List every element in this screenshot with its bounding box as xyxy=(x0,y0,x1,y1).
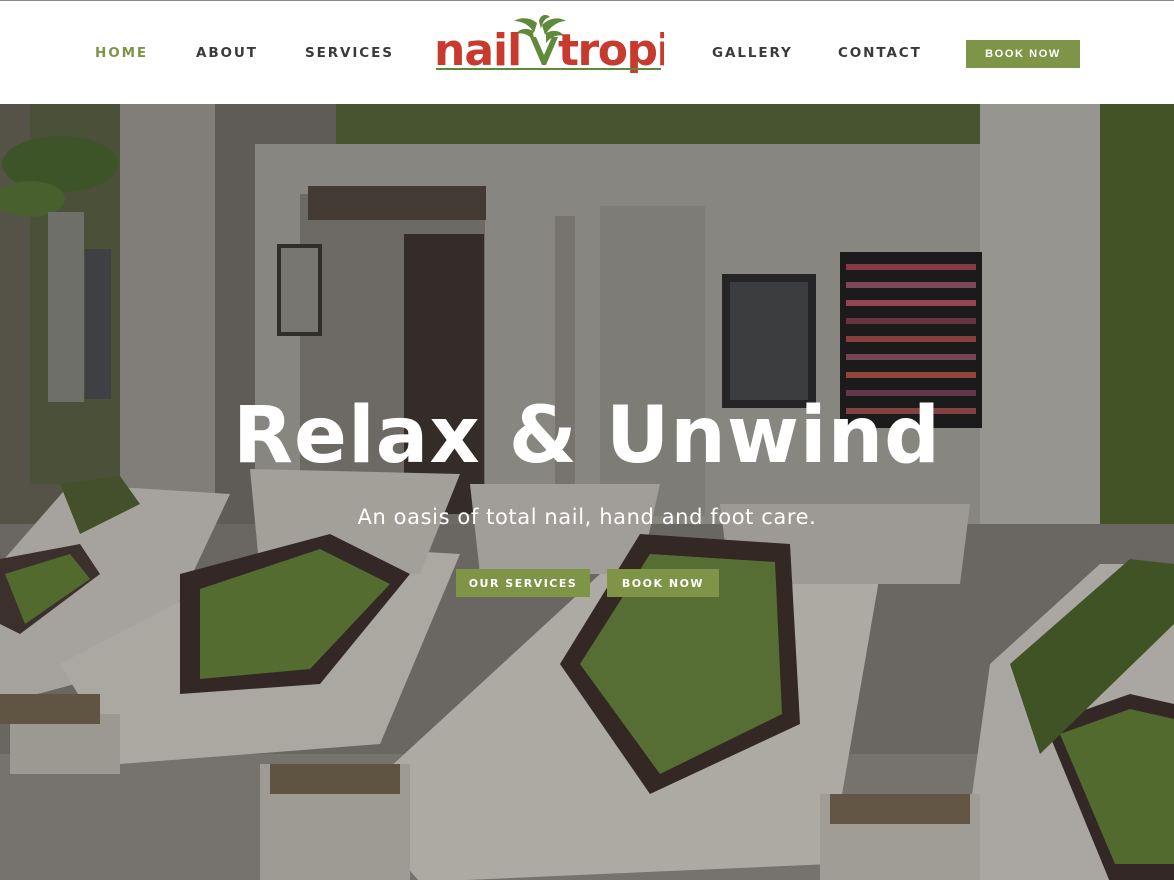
our-services-button[interactable]: OUR SERVICES xyxy=(456,569,590,597)
hero-section: Relax & Unwind An oasis of total nail, h… xyxy=(0,104,1174,882)
logo-underline xyxy=(436,68,661,70)
hero-book-now-button[interactable]: BOOK NOW xyxy=(607,569,719,597)
hero-subtitle: An oasis of total nail, hand and foot ca… xyxy=(357,505,817,529)
logo-graphic: nail tropics xyxy=(434,14,721,76)
header-book-now-button[interactable]: BOOK NOW xyxy=(966,40,1080,68)
site-logo[interactable]: nail tropics xyxy=(434,14,721,76)
hero-title: Relax & Unwind xyxy=(232,391,941,481)
nav-services[interactable]: SERVICES xyxy=(305,45,394,61)
nav-gallery[interactable]: GALLERY xyxy=(712,45,793,61)
logo-v-mark xyxy=(530,37,558,65)
nav-about[interactable]: ABOUT xyxy=(196,45,258,61)
nav-home[interactable]: HOME xyxy=(95,45,148,61)
nav-contact[interactable]: CONTACT xyxy=(838,45,922,61)
site-header: HOME ABOUT SERVICES nail tropics GALLERY… xyxy=(0,0,1174,104)
logo-text-tropics: tropics xyxy=(558,25,664,73)
hero-background-image xyxy=(0,104,1174,882)
logo-text-nail: nail xyxy=(434,25,521,73)
